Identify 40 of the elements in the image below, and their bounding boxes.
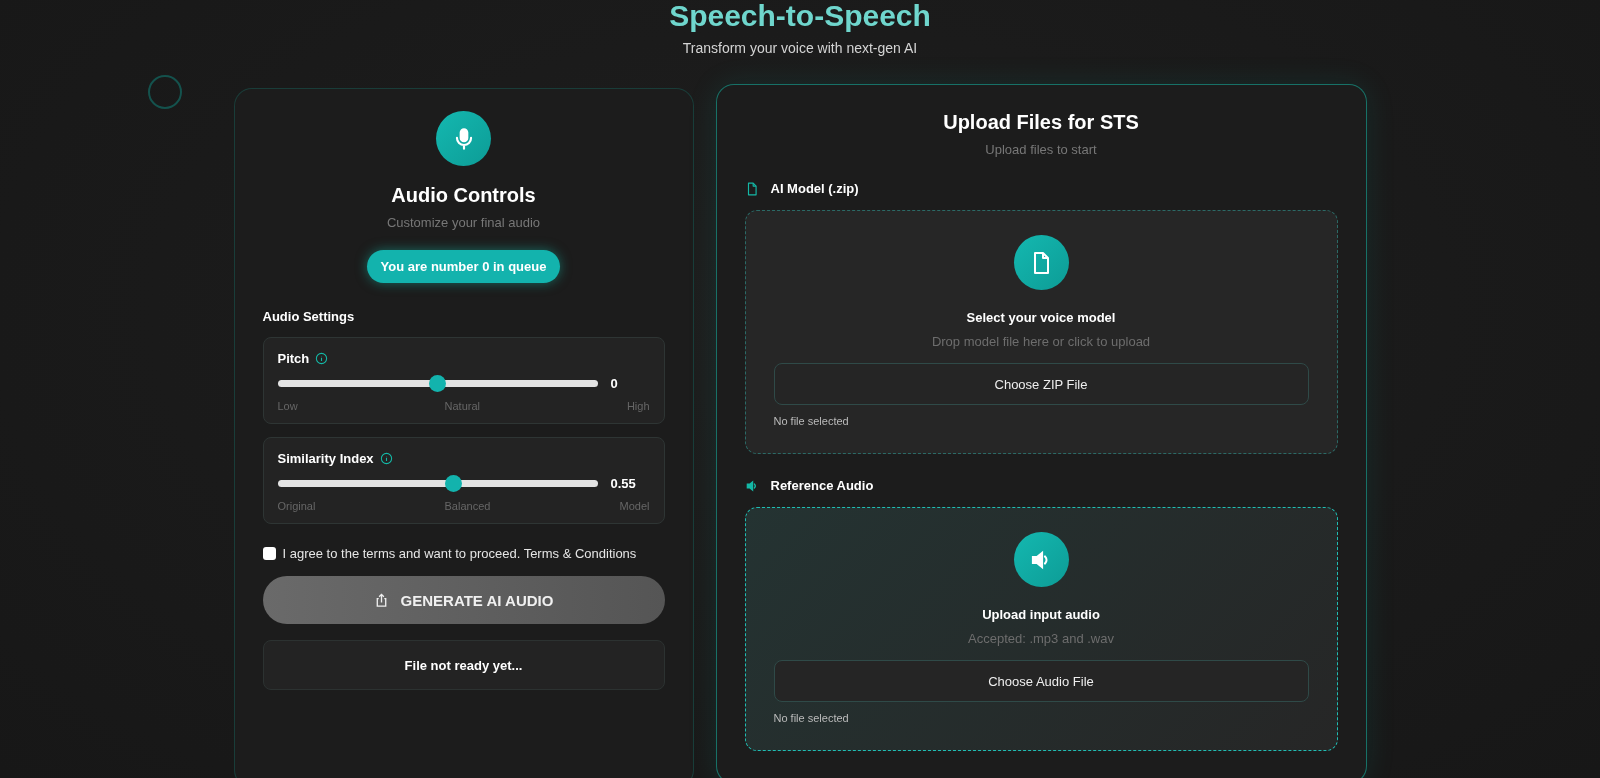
- scale-label: Low: [277, 400, 298, 412]
- info-icon[interactable]: [379, 452, 393, 465]
- slider-value: 0: [610, 376, 618, 391]
- speaker-icon: [744, 478, 759, 493]
- scale-label: Model: [619, 500, 650, 512]
- status-message: File not ready yet...: [262, 640, 665, 690]
- page-subtitle: Transform your voice with next-gen AI: [682, 40, 918, 56]
- section-label: Reference Audio: [770, 478, 874, 493]
- slider-label: Pitch: [277, 351, 310, 366]
- drop-zone-title: Upload input audio: [982, 607, 1100, 622]
- scale-label: Natural: [444, 400, 480, 412]
- ring-decoration: [147, 74, 183, 110]
- section-label: AI Model (.zip): [770, 181, 859, 196]
- scale-label: Original: [277, 500, 316, 512]
- drop-zone-hint: Drop model file here or click to upload: [931, 334, 1151, 349]
- page-title: Speech-to-Speech: [669, 0, 931, 32]
- info-icon[interactable]: [315, 352, 329, 365]
- terms-label: I agree to the terms and want to proceed. Terms & Conditions: [282, 546, 637, 561]
- card-subtitle: Upload files to start: [985, 142, 1097, 157]
- slider-label: Similarity Index: [277, 451, 374, 466]
- card-subtitle: Customize your final audio: [386, 215, 541, 230]
- file-status: No file selected: [773, 712, 849, 724]
- drop-zone[interactable]: Select your voice model Drop model file here or click to upload Choose ZIP File No file selected: [744, 210, 1338, 454]
- drop-zone-hint: Accepted: .mp3 and .wav: [968, 631, 1114, 646]
- slider-thumb[interactable]: [429, 375, 446, 392]
- queue-badge: You are number 0 in queue: [366, 250, 561, 283]
- slider-thumb[interactable]: [445, 475, 462, 492]
- scale-label: High: [626, 400, 650, 412]
- drop-zone[interactable]: Upload input audio Accepted: .mp3 and .wav Choose Audio File No file selected: [744, 507, 1338, 751]
- section-title: Audio Settings: [262, 309, 355, 324]
- card-title: Upload Files for STS: [943, 111, 1139, 134]
- terms-checkbox[interactable]: [262, 547, 276, 560]
- file-status: No file selected: [773, 415, 849, 427]
- microphone-badge: [436, 111, 491, 166]
- choose-file-button[interactable]: Choose Audio File: [773, 660, 1309, 702]
- scale-label: Balanced: [444, 500, 491, 512]
- card-title: Audio Controls: [391, 184, 536, 207]
- drop-zone-title: Select your voice model: [966, 310, 1116, 325]
- choose-file-button[interactable]: Choose ZIP File: [773, 363, 1309, 405]
- slider-value: 0.55: [610, 476, 636, 491]
